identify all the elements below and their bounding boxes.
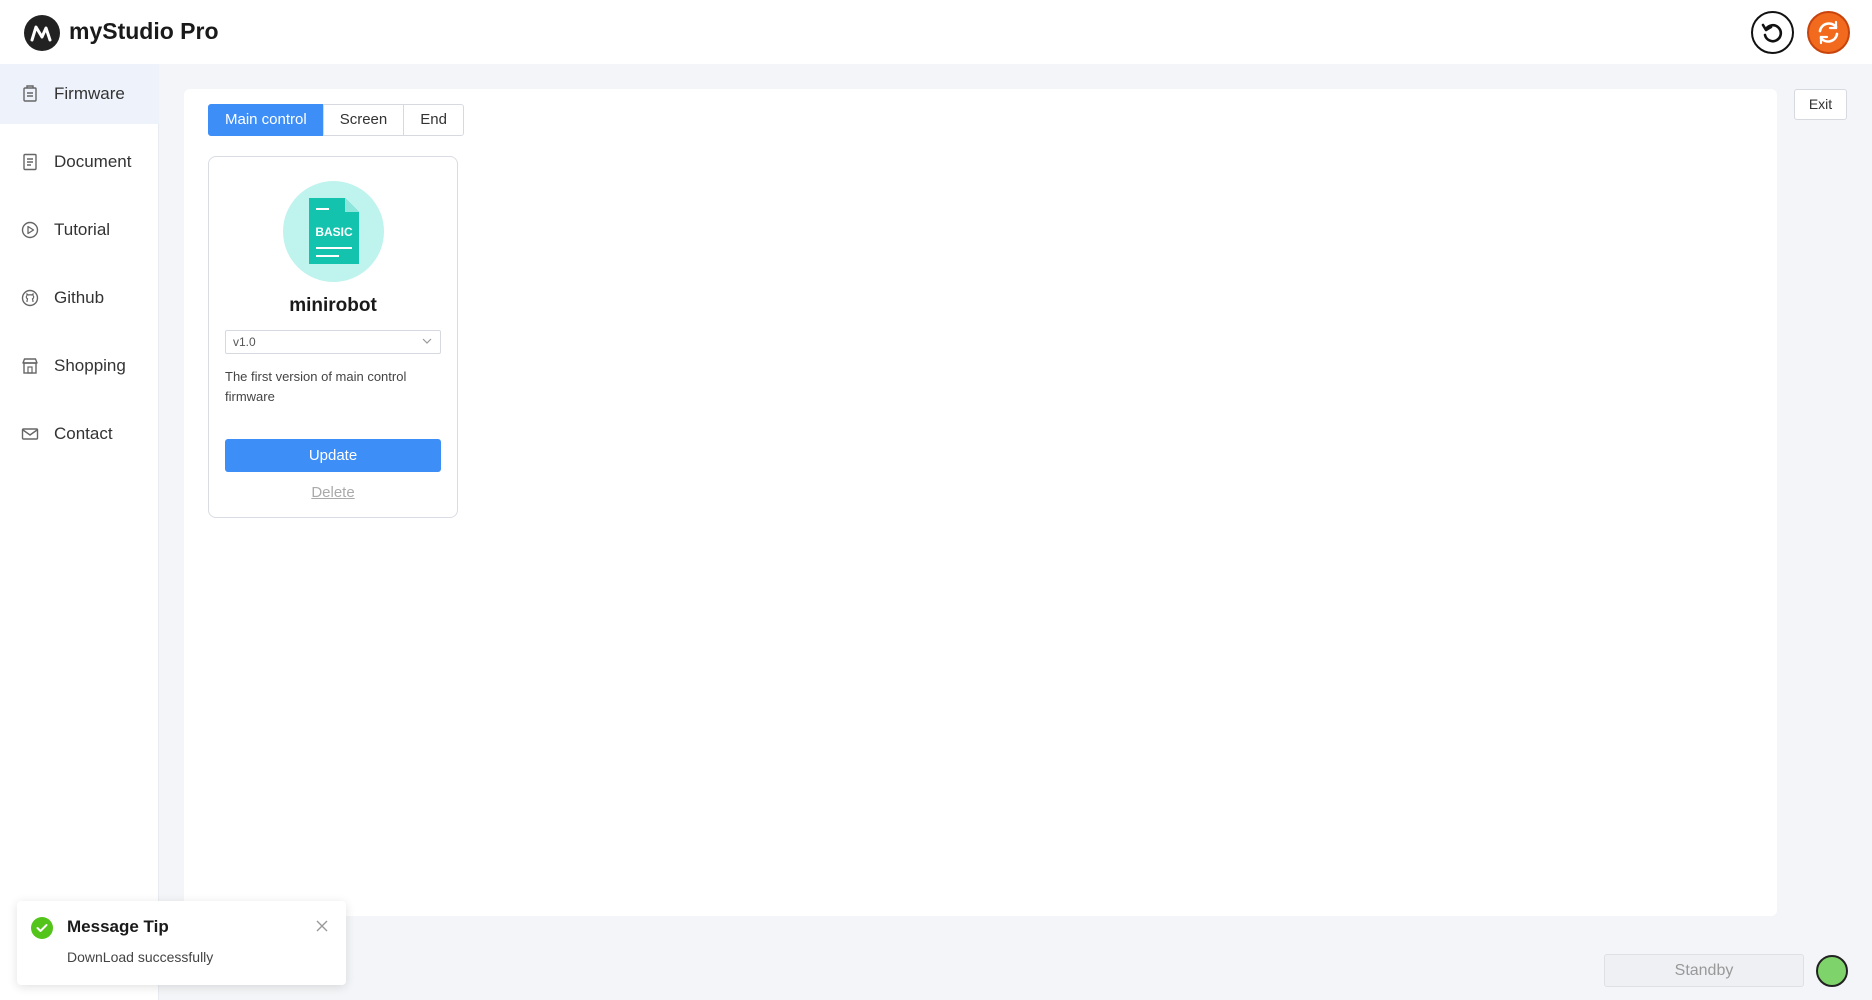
chevron-down-icon (422, 338, 432, 344)
tab-end[interactable]: End (403, 104, 464, 136)
play-icon (21, 221, 39, 239)
firmware-file-icon: BASIC (283, 181, 384, 282)
close-icon[interactable] (315, 919, 329, 933)
version-select-value: v1.0 (233, 335, 256, 349)
sidebar-item-label: Shopping (54, 356, 126, 375)
sidebar-item-label: Tutorial (54, 220, 111, 239)
undo-button[interactable] (1751, 11, 1794, 54)
firmware-card: BASIC minirobot v1.0 The first version o… (208, 156, 458, 518)
sidebar-item-contact[interactable]: Contact (0, 404, 159, 464)
sidebar-item-label: Contact (54, 424, 113, 443)
document-icon (23, 153, 37, 171)
firmware-tabs: Main control Screen End (208, 104, 464, 136)
delete-link[interactable]: Delete (209, 484, 457, 501)
sidebar-item-tutorial[interactable]: Tutorial (0, 200, 159, 260)
sidebar: Firmware Document Tutorial Github Shoppi… (0, 64, 159, 1000)
success-icon (31, 917, 53, 939)
firmware-icon (23, 85, 37, 102)
sidebar-item-label: Firmware (54, 84, 125, 103)
tab-main-control[interactable]: Main control (208, 104, 324, 136)
undo-icon (1761, 23, 1783, 43)
firmware-description: The first version of main control firmwa… (225, 369, 407, 404)
sidebar-item-label: Github (54, 288, 105, 307)
toast-message: DownLoad successfully (67, 949, 214, 965)
connection-status-indicator (1816, 955, 1848, 987)
toast-title: Message Tip (67, 917, 169, 936)
sidebar-item-firmware[interactable]: Firmware (0, 64, 159, 124)
message-toast: Message Tip DownLoad successfully (17, 901, 346, 985)
sidebar-item-shopping[interactable]: Shopping (0, 336, 159, 396)
sidebar-item-document[interactable]: Document (0, 132, 159, 192)
mail-icon (21, 428, 39, 440)
main-panel: Main control Screen End BASIC minirobot … (184, 89, 1777, 916)
update-button[interactable]: Update (225, 439, 441, 472)
sidebar-item-github[interactable]: Github (0, 268, 159, 328)
standby-button[interactable]: Standby (1604, 954, 1804, 987)
app-header: myStudio Pro (0, 0, 1872, 64)
sync-icon (1818, 20, 1839, 45)
firmware-name: minirobot (289, 295, 377, 316)
tab-screen[interactable]: Screen (322, 104, 405, 136)
app-title: myStudio Pro (69, 18, 219, 44)
app-logo-icon (24, 15, 60, 51)
shop-icon (22, 358, 38, 374)
sidebar-item-label: Document (54, 152, 132, 171)
github-icon (21, 289, 39, 307)
svg-text:BASIC: BASIC (315, 225, 353, 239)
exit-button[interactable]: Exit (1794, 89, 1847, 120)
version-select[interactable]: v1.0 (225, 330, 441, 354)
sync-button[interactable] (1807, 11, 1850, 54)
